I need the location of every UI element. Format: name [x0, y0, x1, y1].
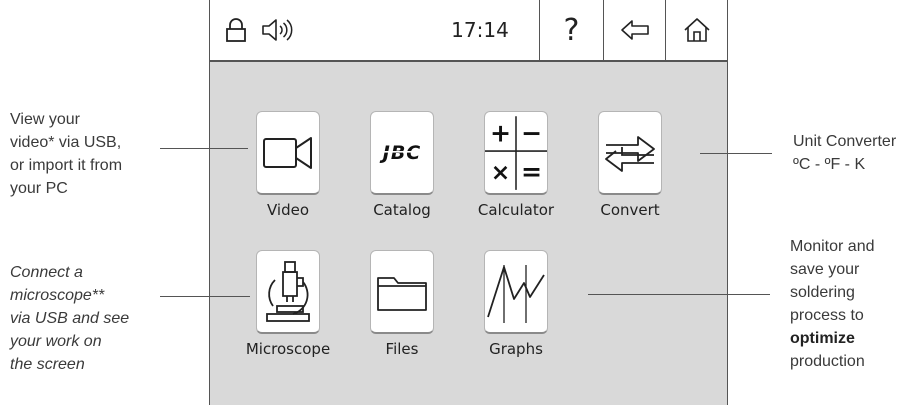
microscope-tile[interactable]: [256, 250, 320, 334]
svg-text:JBC: JBC: [379, 142, 422, 164]
app-label: Calculator: [477, 201, 555, 219]
calculator-icon: + − × =: [485, 115, 547, 190]
home-icon[interactable]: [666, 0, 727, 60]
microscope-leader-line: [160, 296, 250, 297]
svg-text:−: −: [521, 118, 542, 147]
swap-arrows-icon: [605, 135, 655, 172]
status-bar: 17:14 ?: [210, 0, 727, 62]
device-screen: 17:14 ? Video JBC Catalog + − × = Calcul…: [209, 0, 728, 405]
video-leader-line: [160, 148, 248, 149]
app-label: Microscope: [245, 340, 331, 358]
microscope-annotation: Connect a microscope** via USB and see y…: [10, 264, 130, 373]
app-label: Graphs: [489, 340, 543, 358]
convert-tile[interactable]: [598, 111, 662, 195]
video-annotation: View your video* via USB, or import it f…: [10, 111, 123, 197]
svg-text:×: ×: [491, 159, 510, 186]
files-tile[interactable]: [370, 250, 434, 334]
catalog-tile[interactable]: JBC: [370, 111, 434, 195]
app-label: Video: [266, 201, 310, 219]
jbc-logo-icon: JBC: [374, 142, 430, 164]
app-graphs[interactable]: Graphs: [459, 250, 573, 358]
folder-icon: [377, 276, 427, 311]
svg-text:=: =: [521, 157, 542, 186]
app-label: Catalog: [373, 201, 431, 219]
app-catalog[interactable]: JBC Catalog: [345, 111, 459, 219]
video-tile[interactable]: [256, 111, 320, 195]
microscope-icon: [266, 260, 310, 322]
app-label: Files: [385, 340, 419, 358]
converter-leader-line: [700, 153, 772, 154]
app-files[interactable]: Files: [345, 250, 459, 358]
calculator-tile[interactable]: + − × =: [484, 111, 548, 195]
app-label: Convert: [600, 201, 660, 219]
converter-annotation: Unit Converter ºC - ºF - K: [793, 133, 897, 173]
app-convert[interactable]: Convert: [573, 111, 687, 219]
back-arrow-icon[interactable]: [604, 0, 665, 60]
lock-icon[interactable]: [218, 0, 254, 60]
svg-text:+: +: [490, 118, 511, 147]
clock: 17:14: [451, 18, 509, 42]
speaker-icon[interactable]: [256, 0, 302, 60]
video-camera-icon: [263, 136, 312, 169]
graphs-annotation: Monitor and save your soldering process …: [790, 238, 875, 370]
app-calculator[interactable]: + − × = Calculator: [459, 111, 573, 219]
graph-line-icon: [487, 264, 545, 323]
help-button[interactable]: ?: [540, 0, 603, 60]
app-video[interactable]: Video: [231, 111, 345, 219]
graphs-tile[interactable]: [484, 250, 548, 334]
app-microscope[interactable]: Microscope: [231, 250, 345, 358]
graphs-leader-line: [588, 294, 770, 295]
